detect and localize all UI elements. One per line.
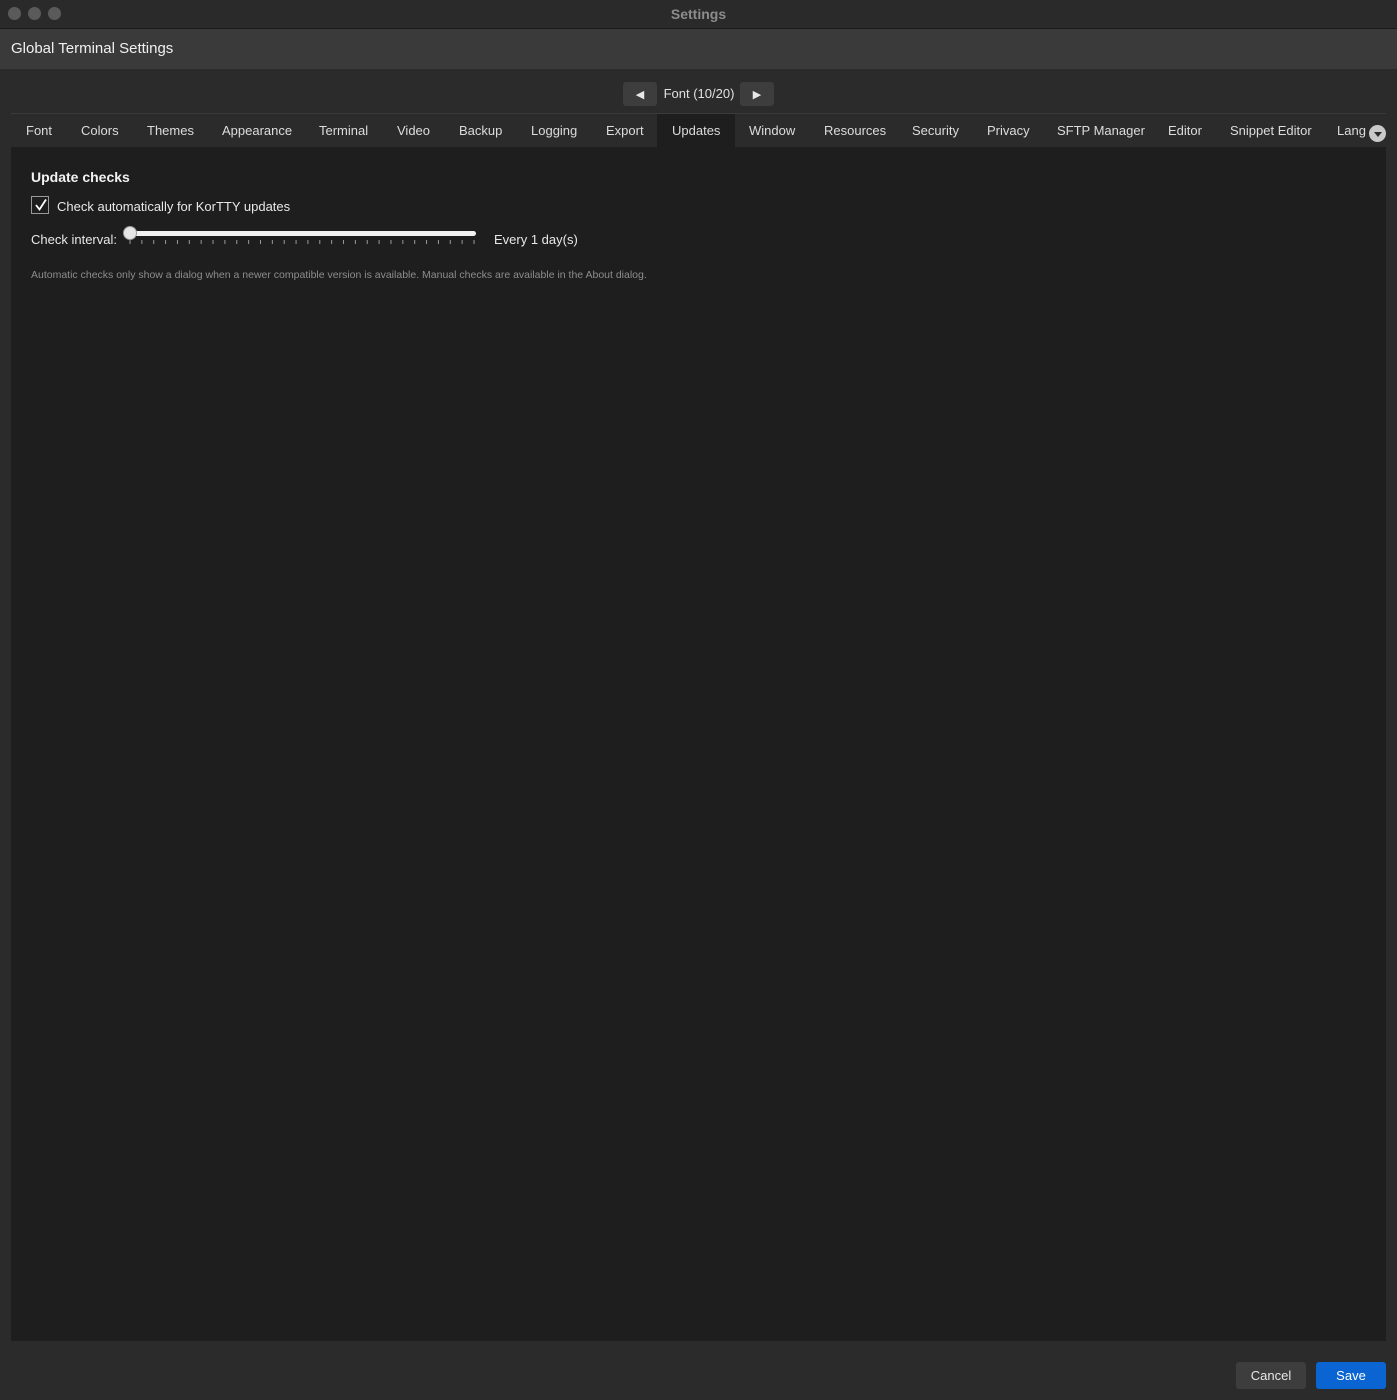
- settings-header: Global Terminal Settings: [0, 29, 1397, 69]
- tab-video[interactable]: Video: [382, 114, 445, 148]
- tab-updates[interactable]: Updates: [657, 114, 736, 148]
- page-title: Global Terminal Settings: [11, 40, 174, 57]
- tab-privacy[interactable]: Privacy: [972, 114, 1045, 148]
- update-hint-text: Automatic checks only show a dialog when…: [31, 269, 647, 281]
- section-navigator: ◀ Font (10/20) ▶: [0, 69, 1397, 113]
- tab-window[interactable]: Window: [734, 114, 810, 148]
- arrow-right-icon: ▶: [752, 88, 762, 101]
- tab-security[interactable]: Security: [897, 114, 974, 148]
- tab-terminal[interactable]: Terminal: [304, 114, 383, 148]
- dialog-footer: Cancel Save: [0, 1341, 1397, 1400]
- check-interval-label: Check interval:: [31, 232, 117, 247]
- tab-font[interactable]: Font: [11, 114, 67, 148]
- title-bar: Settings: [0, 0, 1397, 29]
- tab-themes[interactable]: Themes: [132, 114, 209, 148]
- arrow-left-icon: ◀: [635, 88, 645, 101]
- slider-thumb[interactable]: [123, 226, 137, 240]
- save-button[interactable]: Save: [1316, 1362, 1386, 1389]
- tab-logging[interactable]: Logging: [516, 114, 592, 148]
- check-interval-value: Every 1 day(s): [494, 232, 578, 247]
- section-position-label: Font (10/20): [663, 86, 735, 101]
- settings-tab-bar: Font Colors Themes Appearance Terminal V…: [11, 113, 1386, 148]
- updates-panel: Update checks Check automatically for Ko…: [11, 147, 1386, 1341]
- tab-resources[interactable]: Resources: [809, 114, 901, 148]
- previous-section-button[interactable]: ◀: [623, 82, 657, 106]
- tab-snippet-editor[interactable]: Snippet Editor: [1215, 114, 1327, 148]
- auto-check-checkbox[interactable]: [31, 196, 49, 214]
- window-title: Settings: [670, 6, 727, 22]
- chevron-down-icon: [1373, 132, 1382, 137]
- slider-track[interactable]: [128, 231, 476, 236]
- checkmark-icon: [35, 199, 47, 212]
- section-title: Update checks: [31, 169, 130, 185]
- tab-colors[interactable]: Colors: [66, 114, 134, 148]
- tab-export[interactable]: Export: [591, 114, 659, 148]
- tab-editor[interactable]: Editor: [1153, 114, 1217, 148]
- tab-backup[interactable]: Backup: [444, 114, 517, 148]
- auto-check-label[interactable]: Check automatically for KorTTY updates: [57, 199, 290, 214]
- tab-appearance[interactable]: Appearance: [207, 114, 307, 148]
- next-section-button[interactable]: ▶: [740, 82, 774, 106]
- tab-language[interactable]: Lang: [1322, 114, 1374, 148]
- tab-overflow-menu-button[interactable]: [1369, 125, 1386, 142]
- cancel-button[interactable]: Cancel: [1236, 1362, 1306, 1389]
- check-interval-slider[interactable]: [122, 225, 482, 249]
- slider-ticks: [129, 240, 475, 244]
- tab-sftp-manager[interactable]: SFTP Manager: [1042, 114, 1160, 148]
